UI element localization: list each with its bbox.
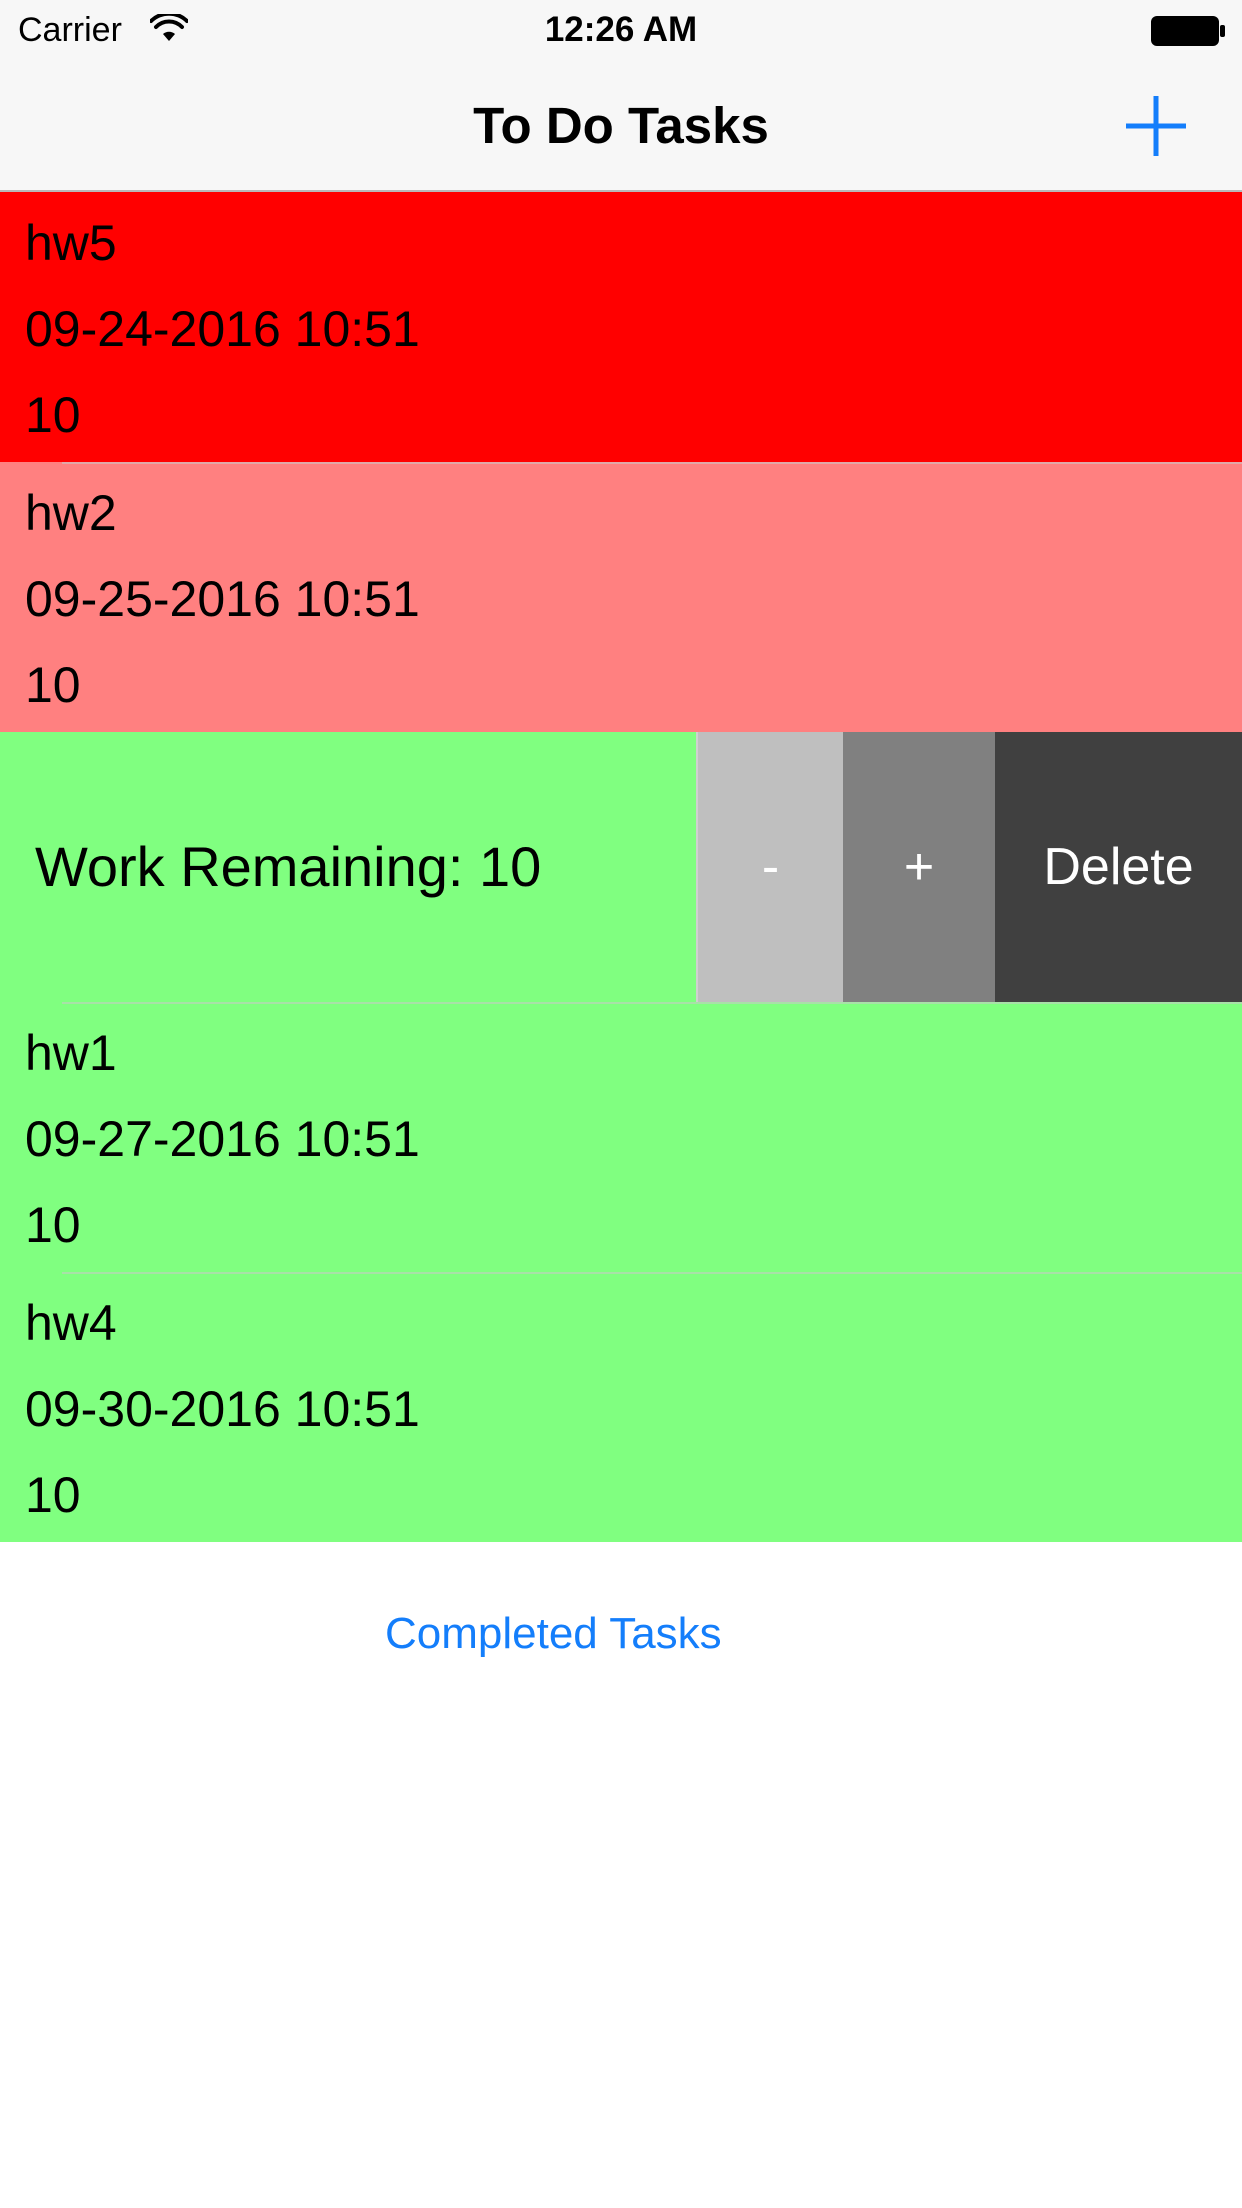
- status-bar: Carrier 12:26 AM: [0, 0, 1242, 60]
- swiped-task-row[interactable]: Work Remaining: 10 - + Delete: [0, 732, 1242, 1002]
- task-work-remaining: 10: [25, 387, 81, 443]
- task-name: hw5: [25, 215, 117, 271]
- clock: 12:26 AM: [544, 10, 698, 49]
- task-work-remaining: 10: [25, 657, 81, 713]
- work-remaining-label: Work Remaining: 10: [35, 835, 542, 898]
- task-name: hw4: [25, 1295, 117, 1351]
- decrement-button[interactable]: -: [698, 732, 843, 1002]
- increment-button[interactable]: +: [843, 732, 995, 1002]
- task-name: hw1: [25, 1025, 117, 1081]
- page-title: To Do Tasks: [473, 97, 769, 154]
- task-row[interactable]: hw2 09-25-2016 10:51 10: [0, 462, 1242, 732]
- task-work-remaining: 10: [25, 1467, 81, 1523]
- task-table: hw5 09-24-2016 10:51 10 hw2 09-25-2016 1…: [0, 192, 1242, 1542]
- navigation-bar: To Do Tasks: [0, 60, 1242, 192]
- completed-tasks-link[interactable]: Completed Tasks: [385, 1608, 722, 1660]
- task-work-remaining: 10: [25, 1197, 81, 1253]
- plus-icon: [1126, 96, 1186, 156]
- task-row[interactable]: hw1 09-27-2016 10:51 10: [0, 1002, 1242, 1272]
- task-due-date: 09-30-2016 10:51: [25, 1381, 420, 1437]
- delete-button[interactable]: Delete: [995, 732, 1242, 1002]
- battery-icon: [1151, 16, 1225, 46]
- task-row[interactable]: hw5 09-24-2016 10:51 10: [0, 192, 1242, 462]
- row-separator: [62, 1272, 1242, 1274]
- task-name: hw2: [25, 485, 117, 541]
- add-task-button[interactable]: [1118, 88, 1194, 164]
- row-separator: [62, 1002, 1242, 1004]
- task-due-date: 09-25-2016 10:51: [25, 571, 420, 627]
- swiped-row-content[interactable]: Work Remaining: 10: [0, 732, 698, 1002]
- task-due-date: 09-27-2016 10:51: [25, 1111, 420, 1167]
- task-due-date: 09-24-2016 10:51: [25, 301, 420, 357]
- row-separator: [62, 462, 1242, 464]
- screen: Carrier 12:26 AM To Do Tasks hw5 09-24-2…: [0, 0, 1242, 2208]
- task-row[interactable]: hw4 09-30-2016 10:51 10: [0, 1272, 1242, 1542]
